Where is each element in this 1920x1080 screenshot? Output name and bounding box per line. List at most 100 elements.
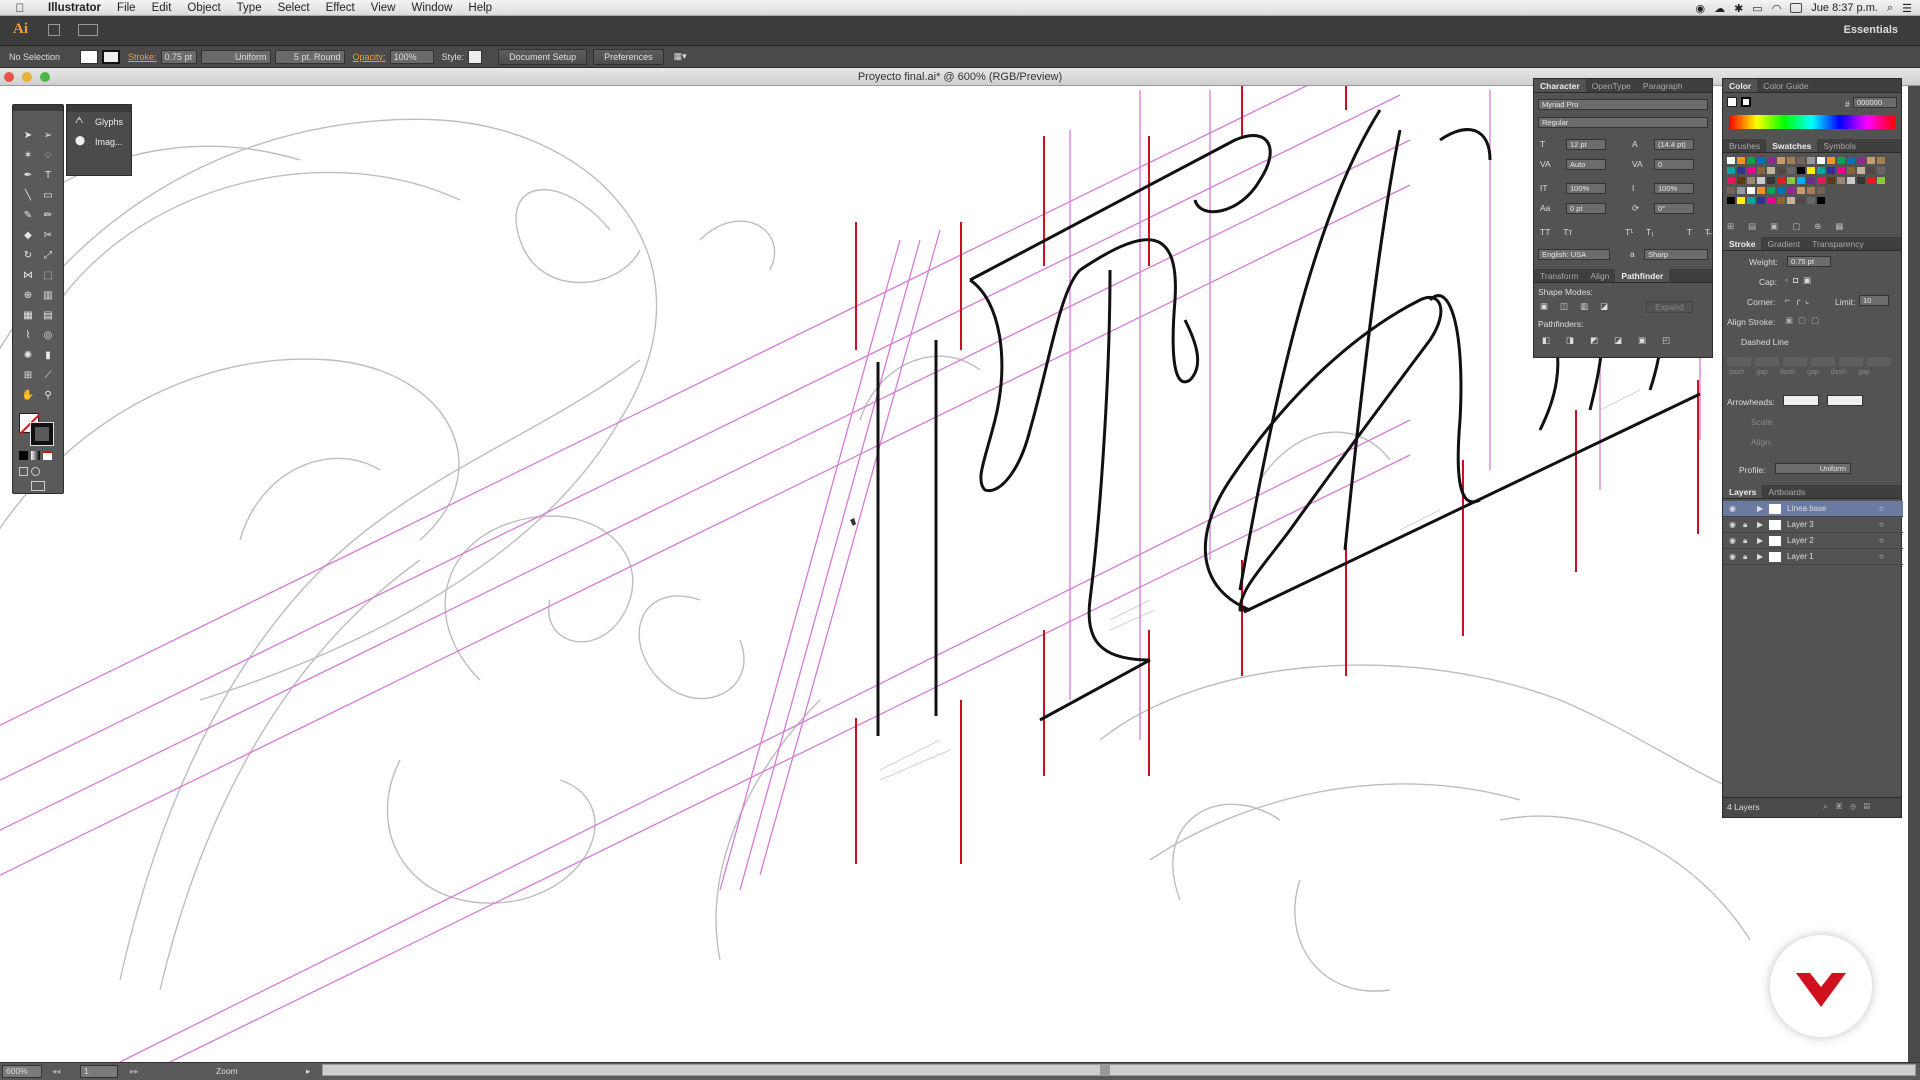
- color-swatch[interactable]: [1857, 177, 1865, 184]
- color-swatch[interactable]: [1807, 167, 1815, 174]
- antialias-select[interactable]: Sharp: [1644, 249, 1708, 260]
- menu-effect[interactable]: Effect: [318, 2, 363, 14]
- menu-edit[interactable]: Edit: [144, 2, 180, 14]
- layer-name[interactable]: Layer 3: [1787, 517, 1814, 533]
- color-swatch[interactable]: [1747, 157, 1755, 164]
- image-trace-panel-button[interactable]: ⬤ Imag...: [67, 132, 131, 152]
- color-swatch[interactable]: [1827, 197, 1835, 204]
- tab-paragraph[interactable]: Paragraph: [1637, 79, 1689, 92]
- stroke-weight-field[interactable]: 0.75 pt: [160, 49, 197, 64]
- color-swatch[interactable]: [1767, 197, 1775, 204]
- text-style-buttons[interactable]: TT Tт T¹ T₁ T T̶: [1540, 227, 1710, 237]
- color-swatch[interactable]: [1827, 177, 1835, 184]
- pathfinder-buttons[interactable]: ◧ ◨ ◩ ◪ ▣ ◰: [1542, 335, 1670, 346]
- clock[interactable]: Jue 8:37 p.m.: [1811, 2, 1878, 14]
- vertical-scrollbar[interactable]: [1908, 86, 1920, 1062]
- wifi-icon[interactable]: ◠: [1772, 2, 1782, 15]
- menu-select[interactable]: Select: [270, 2, 318, 14]
- color-swatch[interactable]: [1807, 187, 1815, 194]
- perspective-grid-tool-icon[interactable]: ▥: [40, 289, 56, 303]
- dashed-line-checkbox[interactable]: Dashed Line: [1741, 337, 1789, 347]
- color-swatch[interactable]: [1747, 177, 1755, 184]
- menu-view[interactable]: View: [363, 2, 404, 14]
- color-swatch[interactable]: [1797, 187, 1805, 194]
- color-swatch[interactable]: [1767, 167, 1775, 174]
- color-swatch[interactable]: [1837, 187, 1845, 194]
- close-window-icon[interactable]: [4, 72, 14, 82]
- notifications-icon[interactable]: ☰: [1902, 2, 1912, 15]
- color-swatch[interactable]: [1737, 167, 1745, 174]
- symbol-sprayer-tool-icon[interactable]: ✺: [20, 349, 36, 363]
- bridge-icon[interactable]: [48, 24, 60, 36]
- arrowhead-start-select[interactable]: [1783, 395, 1819, 406]
- fill-swatch[interactable]: [80, 49, 99, 64]
- color-swatch[interactable]: [1847, 187, 1855, 194]
- color-swatch[interactable]: [1747, 197, 1755, 204]
- free-transform-tool-icon[interactable]: ⬚: [40, 269, 56, 283]
- color-swatch[interactable]: [1877, 187, 1885, 194]
- tab-gradient[interactable]: Gradient: [1761, 237, 1806, 250]
- battery-icon[interactable]: [1790, 3, 1803, 13]
- color-swatch[interactable]: [1827, 187, 1835, 194]
- color-swatch[interactable]: [1817, 197, 1825, 204]
- color-swatch[interactable]: [1847, 197, 1855, 204]
- stroke-weight-input[interactable]: 0.75 pt: [1787, 256, 1831, 267]
- lock-icon[interactable]: 🔒︎: [1743, 533, 1747, 549]
- menu-help[interactable]: Help: [460, 2, 500, 14]
- baseline-shift-field[interactable]: 0 pt: [1566, 203, 1606, 214]
- color-swatch[interactable]: [1827, 167, 1835, 174]
- color-fill-swatch[interactable]: [1727, 97, 1737, 107]
- visibility-eye-icon[interactable]: ◉: [1729, 517, 1736, 533]
- stroke-label[interactable]: Stroke:: [128, 52, 157, 62]
- spotlight-icon[interactable]: ⌕: [1887, 2, 1893, 15]
- color-swatch[interactable]: [1757, 157, 1765, 164]
- tab-swatches[interactable]: Swatches: [1766, 139, 1818, 152]
- cap-buttons[interactable]: ▫ ◘ ▣: [1785, 275, 1811, 286]
- expand-triangle-icon[interactable]: ▶: [1757, 549, 1763, 565]
- color-swatch[interactable]: [1877, 177, 1885, 184]
- corner-buttons[interactable]: ⌐ ╭ ⌞: [1785, 295, 1809, 306]
- color-stroke-swatch[interactable]: [1741, 97, 1751, 107]
- drawing-mode-icon[interactable]: [19, 467, 28, 476]
- layer-name[interactable]: Layer 2: [1787, 533, 1814, 549]
- color-swatch[interactable]: [1837, 197, 1845, 204]
- mesh-tool-icon[interactable]: ▦: [20, 309, 36, 323]
- hand-tool-icon[interactable]: ✋: [20, 389, 36, 403]
- kerning-field[interactable]: Auto: [1566, 159, 1606, 170]
- layer-target-icon[interactable]: ○: [1879, 501, 1884, 517]
- lock-icon[interactable]: 🔒︎: [1743, 517, 1747, 533]
- graphic-style-swatch[interactable]: [468, 49, 483, 64]
- color-swatch[interactable]: [1847, 177, 1855, 184]
- gradient-mode-icon[interactable]: [31, 451, 40, 460]
- zoom-window-icon[interactable]: [40, 72, 50, 82]
- color-swatch[interactable]: [1767, 187, 1775, 194]
- zoom-level-field[interactable]: 600%: [2, 1065, 42, 1078]
- color-swatch[interactable]: [1837, 177, 1845, 184]
- layer-row[interactable]: ◉ 🔒︎ ▶ Layer 3 ○: [1723, 517, 1903, 533]
- color-swatch[interactable]: [1737, 177, 1745, 184]
- stroke-swatch[interactable]: [102, 49, 121, 64]
- lasso-tool-icon[interactable]: ◌: [40, 149, 56, 163]
- pencil-tool-icon[interactable]: ✏: [40, 209, 56, 223]
- selection-tool-icon[interactable]: ➤: [20, 129, 36, 143]
- color-swatch[interactable]: [1857, 187, 1865, 194]
- font-style-field[interactable]: Regular: [1538, 117, 1708, 128]
- zoom-tool-icon[interactable]: ⚲: [40, 389, 56, 403]
- eyedropper-tool-icon[interactable]: ⌇: [20, 329, 36, 343]
- none-mode-icon[interactable]: [43, 451, 52, 460]
- scissors-tool-icon[interactable]: ✂: [40, 229, 56, 243]
- color-swatch[interactable]: [1797, 177, 1805, 184]
- color-swatch[interactable]: [1727, 167, 1735, 174]
- layer-name[interactable]: Línea base: [1787, 501, 1827, 517]
- gradient-tool-icon[interactable]: ▤: [40, 309, 56, 323]
- limit-field[interactable]: 10: [1859, 295, 1889, 306]
- tab-layers[interactable]: Layers: [1723, 485, 1763, 498]
- color-swatch[interactable]: [1727, 197, 1735, 204]
- type-tool-icon[interactable]: T: [40, 169, 56, 183]
- color-swatch[interactable]: [1767, 157, 1775, 164]
- color-swatch[interactable]: [1797, 157, 1805, 164]
- layer-target-icon[interactable]: ○: [1879, 549, 1884, 565]
- color-swatch[interactable]: [1787, 157, 1795, 164]
- rectangle-tool-icon[interactable]: ▭: [40, 189, 56, 203]
- layer-name[interactable]: Layer 1: [1787, 549, 1814, 565]
